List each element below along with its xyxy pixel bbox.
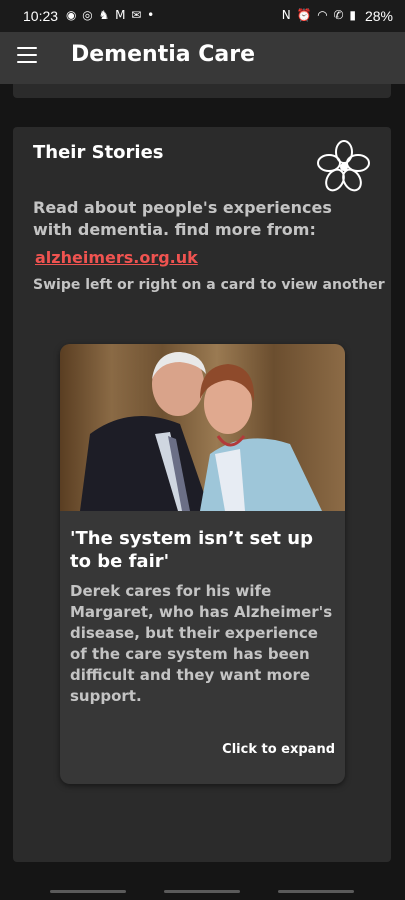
status-time: 10:23 — [23, 8, 59, 24]
battery-level: 28% — [364, 8, 393, 24]
alzheimers-link[interactable]: alzheimers.org.uk — [35, 248, 198, 267]
intro-text: Read about people's experiences with dem… — [33, 198, 332, 239]
story-body: Derek cares for his wife Margaret, who h… — [70, 582, 333, 705]
app-title: Dementia Care — [71, 42, 256, 67]
section-title: Their Stories — [33, 142, 164, 163]
swipe-hint: Swipe left or right on a card to view an… — [33, 277, 385, 293]
couple-photo-illustration — [80, 352, 322, 511]
story-photo — [60, 344, 345, 511]
nav-home-button[interactable] — [164, 890, 240, 893]
alzheimers-society-logo — [317, 140, 370, 192]
previous-card — [13, 84, 391, 98]
notification-icons: ◉ ◎ ♞ M ✉ • — [66, 8, 156, 22]
story-card[interactable]: 'The system isn’t set up to be fair' Der… — [60, 344, 345, 784]
system-nav-bar — [0, 884, 405, 900]
expand-button[interactable]: Click to expand — [222, 742, 335, 757]
app-bar: Dementia Care — [0, 32, 405, 84]
hamburger-menu-icon[interactable] — [17, 47, 37, 63]
stories-card: Their Stories Read about people's experi… — [13, 127, 391, 862]
nav-back-button[interactable] — [278, 890, 354, 893]
system-status-icons: N ⏰ ◠ ✆ ▮ — [281, 8, 357, 22]
story-title: 'The system isn’t set up to be fair' — [70, 528, 313, 572]
nav-recents-button[interactable] — [50, 890, 126, 893]
status-bar: 10:23 ◉ ◎ ♞ M ✉ • N ⏰ ◠ ✆ ▮ 28% — [0, 0, 405, 32]
